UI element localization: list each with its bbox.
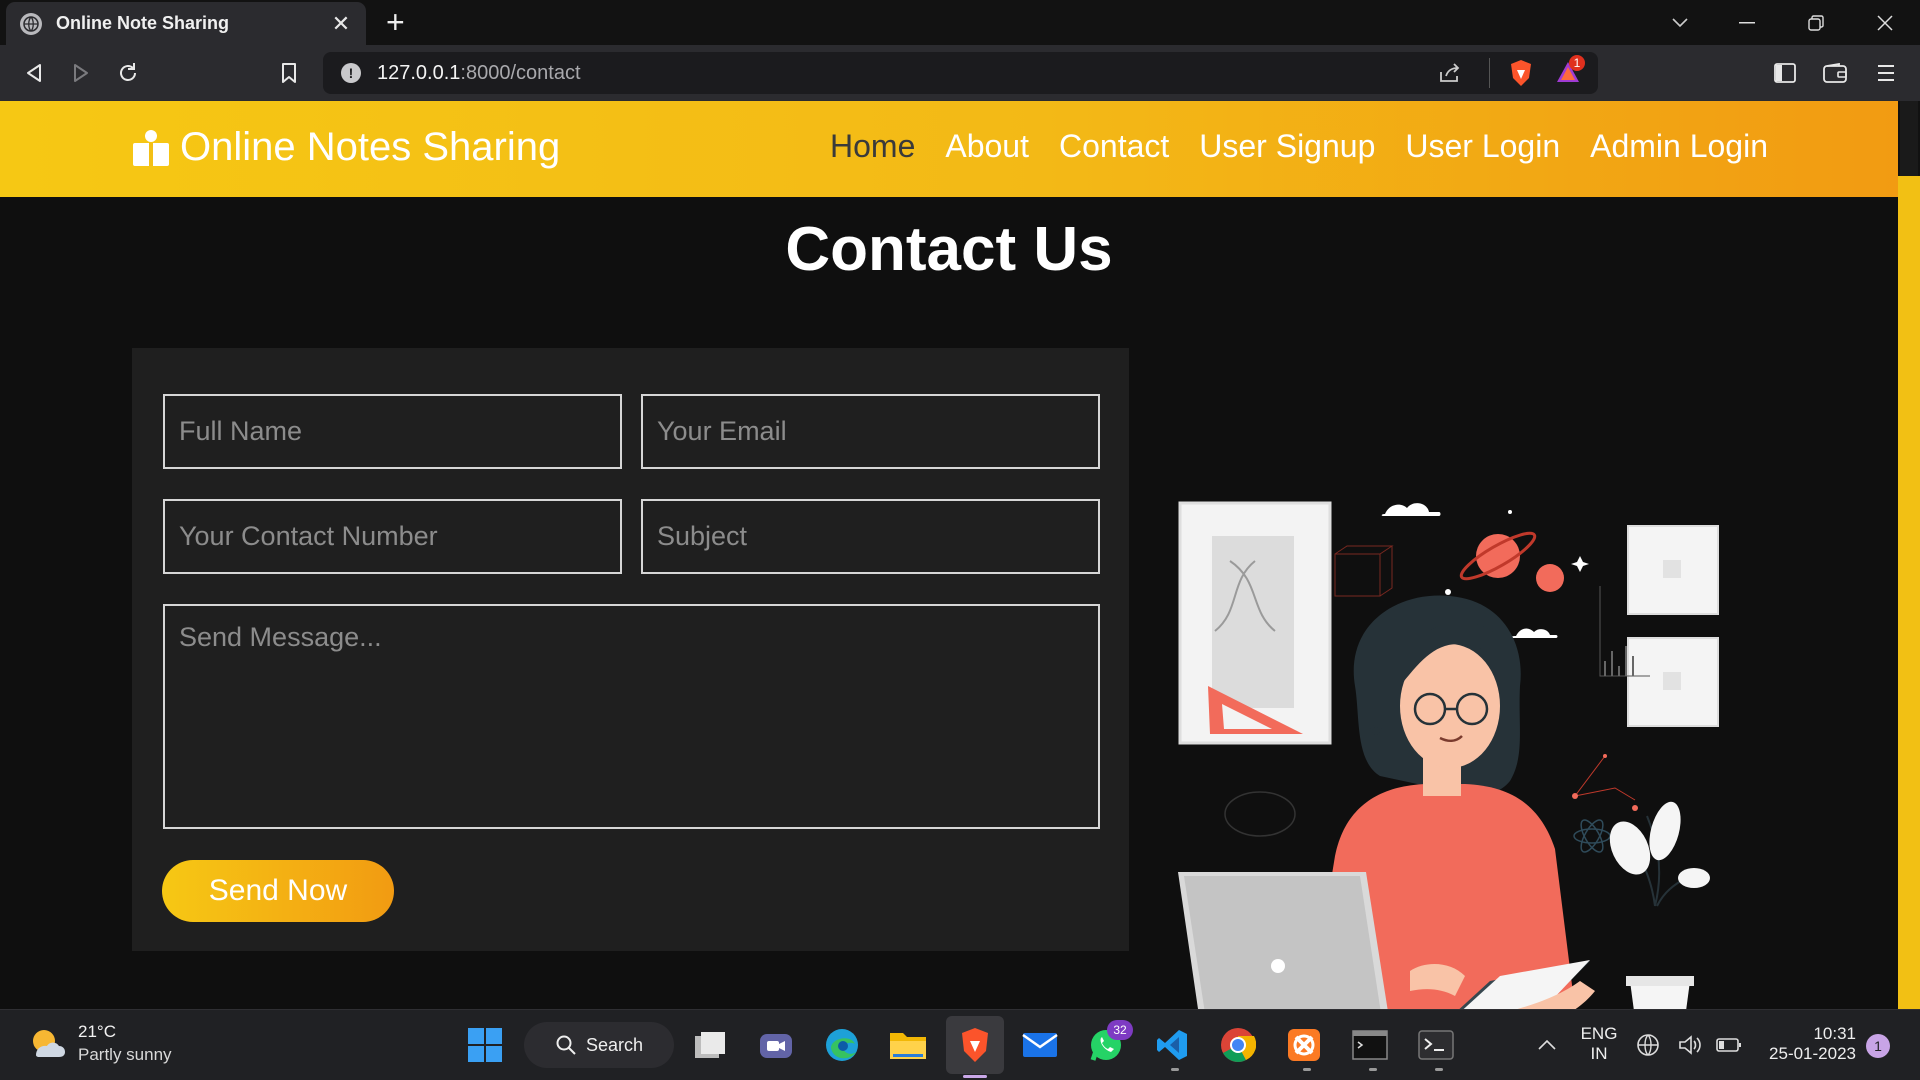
whatsapp-badge: 32 — [1107, 1020, 1133, 1040]
show-hidden-icons-chevron-icon[interactable] — [1526, 1024, 1568, 1066]
site-info-icon[interactable]: ! — [341, 63, 361, 83]
notification-badge[interactable]: 1 — [1866, 1034, 1890, 1058]
main-menu: Home About Contact User Signup User Logi… — [830, 128, 1768, 165]
weather-description: Partly sunny — [78, 1045, 172, 1064]
studying-woman-illustration — [1178, 501, 1719, 1009]
taskbar-search[interactable]: Search — [524, 1022, 674, 1068]
close-tab-icon[interactable]: ✕ — [330, 11, 352, 37]
close-window-icon[interactable] — [1855, 0, 1915, 45]
browser-tab-active[interactable]: Online Note Sharing ✕ — [6, 2, 366, 45]
forward-icon[interactable] — [65, 57, 97, 89]
nav-admin-login[interactable]: Admin Login — [1590, 128, 1768, 165]
terminal-icon[interactable] — [1415, 1024, 1457, 1066]
address-bar[interactable]: ! 127.0.0.1:8000/contact 1 — [323, 52, 1598, 94]
scrollbar-track — [1898, 176, 1920, 1009]
command-prompt-icon[interactable] — [1349, 1024, 1391, 1066]
site-navbar: Online Notes Sharing Home About Contact … — [0, 101, 1898, 197]
search-label: Search — [586, 1034, 644, 1055]
page-title: Contact Us — [785, 215, 1113, 284]
nav-contact[interactable]: Contact — [1059, 128, 1169, 165]
url-path: :8000/contact — [460, 61, 581, 84]
edge-icon[interactable] — [821, 1024, 863, 1066]
clock-time: 10:31 — [1813, 1024, 1856, 1043]
contact-number-field[interactable] — [163, 499, 622, 574]
restore-icon[interactable] — [1786, 0, 1846, 45]
sidebar-toggle-icon[interactable] — [1769, 57, 1801, 89]
running-indicator — [1435, 1068, 1443, 1071]
message-field[interactable] — [163, 604, 1100, 829]
search-icon — [556, 1035, 576, 1055]
menu-icon[interactable] — [1870, 57, 1902, 89]
nav-user-login[interactable]: User Login — [1405, 128, 1560, 165]
web-page: Online Notes Sharing Home About Contact … — [0, 101, 1898, 1009]
url-host: 127.0.0.1 — [377, 61, 461, 84]
brand-name: Online Notes Sharing — [180, 125, 561, 169]
page-scrollbar[interactable] — [1898, 101, 1920, 1009]
clock-date: 25-01-2023 — [1769, 1044, 1856, 1063]
running-indicator — [1369, 1068, 1377, 1071]
rewards-badge: 1 — [1569, 55, 1585, 71]
subject-field[interactable] — [641, 499, 1100, 574]
language-indicator[interactable]: ENG IN — [1574, 1024, 1624, 1064]
omnibox-divider — [1489, 58, 1490, 88]
brave-shields-icon[interactable] — [1508, 59, 1534, 92]
share-icon[interactable] — [1438, 62, 1462, 89]
clock[interactable]: 10:31 25-01-2023 — [1756, 1024, 1856, 1064]
teams-chat-icon[interactable] — [755, 1024, 797, 1066]
nav-user-signup[interactable]: User Signup — [1199, 128, 1375, 165]
wallet-icon[interactable] — [1819, 57, 1851, 89]
site-brand[interactable]: Online Notes Sharing — [132, 125, 560, 170]
file-explorer-icon[interactable] — [887, 1024, 929, 1066]
windows-start-icon[interactable] — [464, 1024, 506, 1066]
back-icon[interactable] — [18, 57, 50, 89]
tab-search-chevron-icon[interactable] — [1650, 0, 1710, 45]
bookmark-icon[interactable] — [273, 57, 305, 89]
brave-browser-icon[interactable] — [946, 1016, 1004, 1074]
browser-tabstrip: Online Note Sharing ✕ + — [0, 0, 1920, 45]
language-region: IN — [1590, 1044, 1608, 1063]
mail-icon[interactable] — [1019, 1024, 1061, 1066]
battery-icon[interactable] — [1714, 1024, 1744, 1066]
minimize-icon[interactable] — [1717, 0, 1777, 45]
contact-form: Send Now — [132, 348, 1129, 951]
users-logo-icon — [133, 129, 169, 166]
running-indicator — [1303, 1068, 1311, 1071]
nav-about[interactable]: About — [945, 128, 1029, 165]
windows-taskbar: 21°C Partly sunny Search 32 ENG IN 10:31… — [0, 1009, 1920, 1080]
volume-icon[interactable] — [1676, 1024, 1704, 1066]
email-field[interactable] — [641, 394, 1100, 469]
reload-icon[interactable] — [112, 57, 144, 89]
full-name-field[interactable] — [163, 394, 622, 469]
new-tab-button[interactable]: + — [386, 6, 405, 38]
browser-toolbar: ! 127.0.0.1:8000/contact 1 — [0, 45, 1920, 101]
running-indicator — [1171, 1068, 1179, 1071]
send-now-button[interactable]: Send Now — [162, 860, 394, 922]
brave-active-indicator — [963, 1075, 987, 1078]
tab-title: Online Note Sharing — [56, 13, 230, 33]
scrollbar-thumb[interactable] — [1900, 101, 1918, 176]
partly-sunny-icon — [28, 1025, 66, 1063]
weather-widget[interactable]: 21°C Partly sunny — [28, 1022, 172, 1065]
weather-temp: 21°C — [78, 1022, 116, 1041]
network-globe-icon[interactable] — [1634, 1024, 1662, 1066]
globe-icon — [20, 12, 42, 35]
xampp-icon[interactable] — [1283, 1024, 1325, 1066]
chrome-icon[interactable] — [1217, 1024, 1259, 1066]
task-view-icon[interactable] — [689, 1024, 731, 1066]
language-code: ENG — [1580, 1024, 1618, 1043]
nav-home[interactable]: Home — [830, 128, 915, 165]
vscode-icon[interactable] — [1151, 1024, 1193, 1066]
